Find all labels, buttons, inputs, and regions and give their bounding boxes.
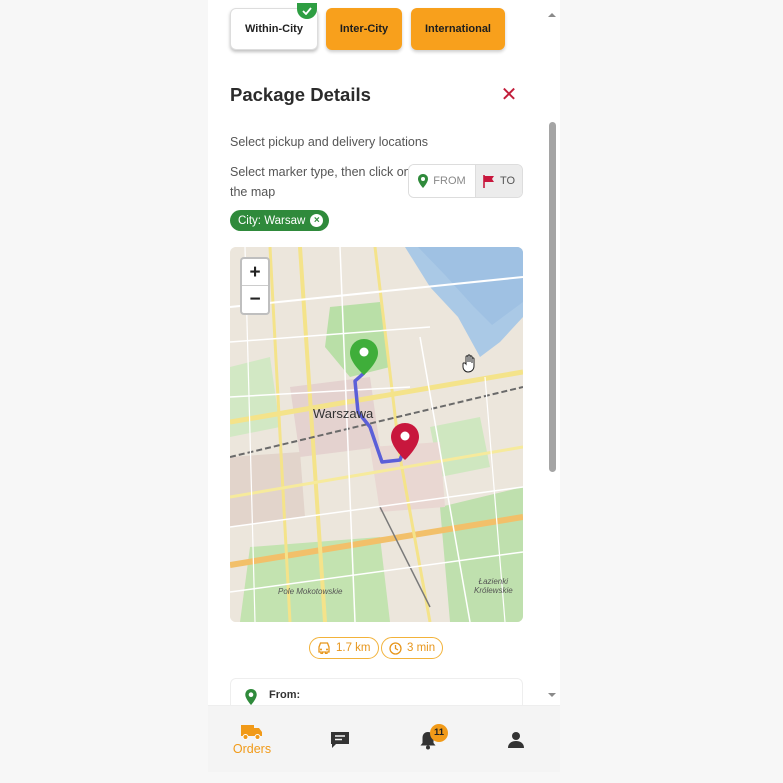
distance-value: 1.7 km [336, 642, 371, 654]
to-marker-button[interactable]: TO [475, 165, 522, 197]
close-icon[interactable]: ✕ [500, 85, 518, 105]
user-icon [508, 731, 524, 748]
map-park-label-right: Łazienki Królewskie [474, 577, 513, 595]
instructions-line-1: Select pickup and delivery locations [230, 135, 429, 149]
tab-international-label: International [424, 23, 491, 35]
zoom-in-button[interactable]: + [242, 259, 268, 286]
chat-icon [331, 731, 349, 748]
to-marker-label: TO [499, 175, 516, 187]
route-map[interactable]: + − Warszawa Pole Mokotowskie Łazienki K… [230, 247, 523, 622]
nav-notifications[interactable]: 11 [410, 706, 448, 772]
bottom-nav: Orders 11 [208, 705, 560, 772]
flag-icon [483, 174, 494, 188]
check-icon [297, 3, 317, 19]
from-label: From: [269, 689, 301, 701]
city-chip-label: City: Warsaw [238, 214, 306, 227]
tab-inter-city-label: Inter-City [339, 23, 389, 35]
tab-within-city[interactable]: Within-City [230, 3, 318, 50]
tab-within-city-label: Within-City [245, 23, 303, 35]
map-pin-icon [245, 689, 257, 705]
distance-chip: 1.7 km [309, 637, 379, 659]
remove-city-icon[interactable]: × [310, 214, 324, 227]
map-city-label: Warszawa [313, 406, 374, 421]
nav-messages[interactable] [322, 706, 358, 772]
car-icon [318, 642, 330, 654]
scroll-down-arrow-icon[interactable] [547, 690, 557, 700]
page-title: Package Details [230, 84, 371, 105]
nav-profile[interactable] [498, 706, 534, 772]
zoom-control: + − [240, 257, 270, 315]
instructions-line-2: Select marker type, then click on the ma… [230, 165, 411, 199]
shipment-type-tabs: Within-City Inter-City International [230, 3, 530, 50]
tab-international[interactable]: International [411, 8, 505, 50]
map-park-label-right-line1: Łazienki [478, 577, 509, 586]
truck-icon [241, 724, 262, 740]
duration-chip: 3 min [381, 637, 444, 659]
from-marker-button[interactable]: FROM [409, 165, 475, 197]
map-park-label-left: Pole Mokotowskie [278, 587, 343, 596]
city-chip[interactable]: City: Warsaw × [230, 210, 330, 231]
map-tiles [230, 247, 523, 622]
notification-badge: 11 [430, 724, 448, 742]
duration-value: 3 min [407, 642, 436, 654]
clock-icon [389, 641, 402, 655]
app-screen: Within-City Inter-City International Pac… [208, 0, 560, 772]
nav-orders-label: Orders [232, 741, 272, 756]
scroll-up-arrow-icon[interactable] [547, 10, 557, 20]
map-pin-icon [418, 174, 429, 188]
scrollbar-thumb[interactable] [549, 122, 556, 472]
nav-orders[interactable]: Orders [226, 706, 278, 772]
from-marker-label: FROM [433, 175, 466, 187]
zoom-out-button[interactable]: − [242, 286, 268, 313]
map-park-label-right-line2: Królewskie [474, 586, 513, 595]
tab-inter-city[interactable]: Inter-City [326, 8, 402, 50]
marker-type-toggle: FROM TO [408, 164, 523, 198]
